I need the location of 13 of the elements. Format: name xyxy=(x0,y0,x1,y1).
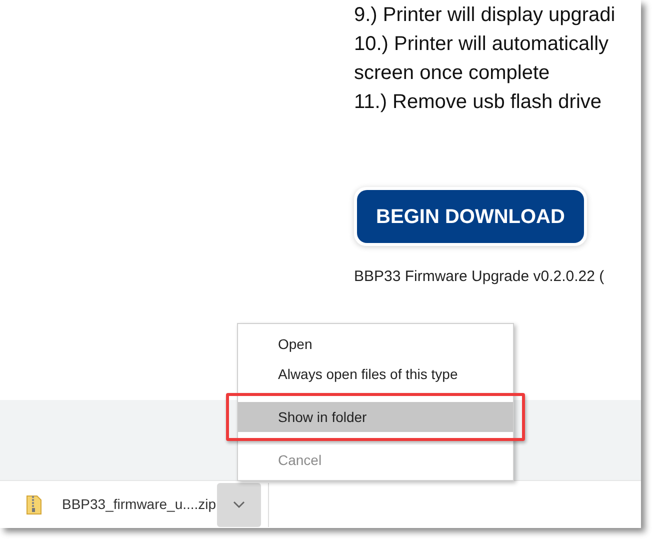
download-file-name[interactable]: BBP33_firmware_u....zip xyxy=(62,494,217,515)
instruction-line: 11.) Remove usb flash drive xyxy=(354,90,603,115)
menu-item[interactable]: Always open files of this type xyxy=(238,359,513,389)
download-menu-button[interactable] xyxy=(217,482,261,526)
file-caption: BBP33 Firmware Upgrade v0.2.0.22 ( xyxy=(354,267,606,287)
chevron-down-icon xyxy=(233,500,245,508)
instruction-line: 9.) Printer will display upgradi xyxy=(354,3,616,28)
download-button[interactable]: BEGIN DOWNLOAD xyxy=(357,190,584,243)
menu-item[interactable]: Show in folder xyxy=(238,402,513,432)
menu-item[interactable]: Open xyxy=(238,329,513,359)
instruction-line: screen once complete xyxy=(354,61,551,86)
instruction-line: 10.) Printer will automatically xyxy=(354,32,610,57)
zip-file-icon xyxy=(26,494,42,514)
